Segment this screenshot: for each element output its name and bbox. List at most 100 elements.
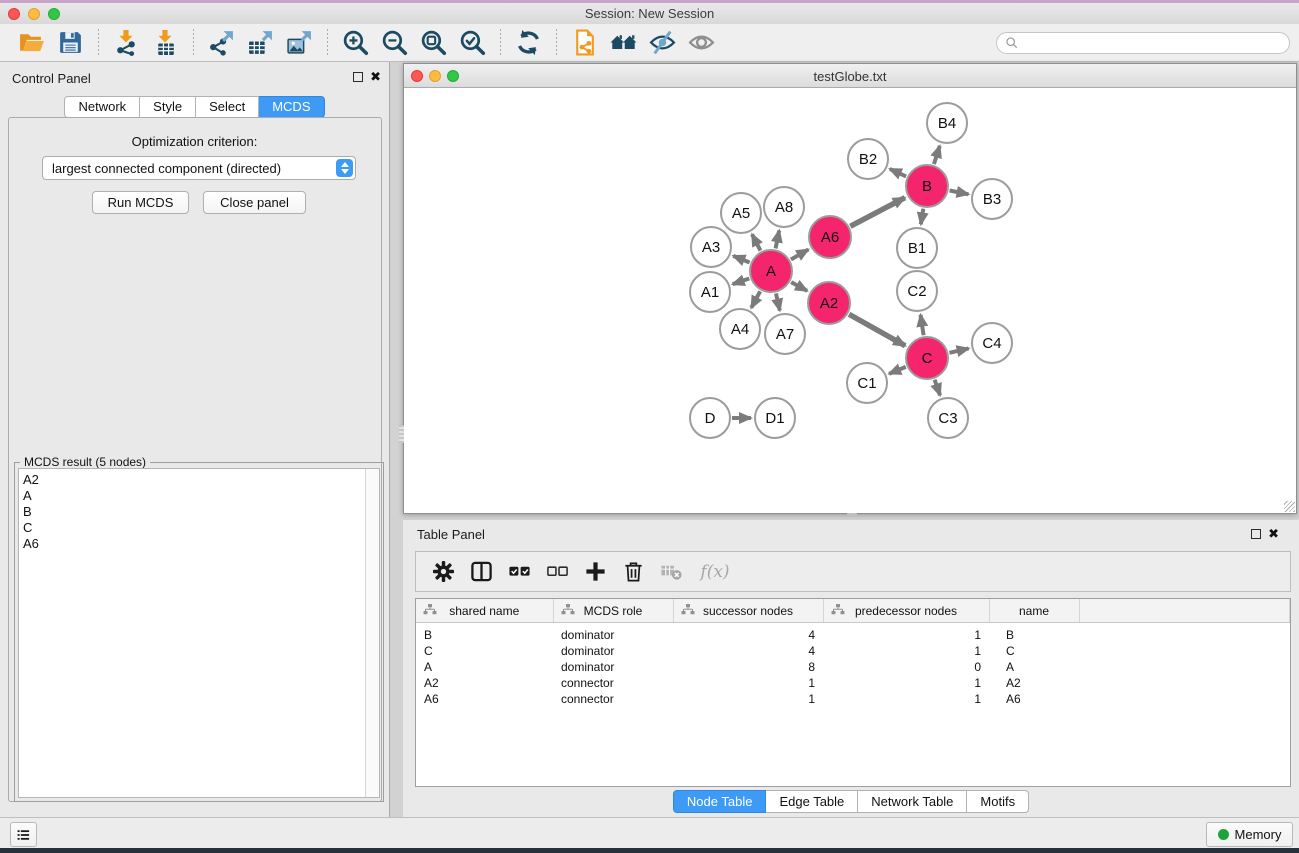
result-node-item[interactable]: A: [23, 488, 363, 504]
criterion-dropdown[interactable]: largest connected component (directed): [42, 156, 356, 180]
tab-select[interactable]: Select: [196, 96, 259, 118]
add-column-button[interactable]: [580, 557, 610, 587]
cell-MCDS-role[interactable]: connector: [553, 675, 673, 691]
node-table[interactable]: shared nameMCDS rolesuccessor nodesprede…: [415, 598, 1291, 787]
network-node-A3[interactable]: A3: [690, 226, 732, 268]
column-header-successor-nodes[interactable]: successor nodes: [673, 599, 823, 623]
cell-predecessor-nodes[interactable]: 1: [823, 675, 989, 691]
deselect-all-button[interactable]: [542, 557, 572, 587]
network-node-D1[interactable]: D1: [754, 397, 796, 439]
close-panel-button[interactable]: Close panel: [203, 191, 306, 214]
cell-MCDS-role[interactable]: dominator: [553, 623, 673, 644]
network-node-A4[interactable]: A4: [719, 308, 761, 350]
run-mcds-button[interactable]: Run MCDS: [92, 191, 189, 214]
task-history-button[interactable]: [10, 822, 37, 847]
zoom-fit-button[interactable]: [417, 26, 450, 59]
cell-MCDS-role[interactable]: connector: [553, 691, 673, 707]
export-network-button[interactable]: [205, 26, 238, 59]
network-node-A2[interactable]: A2: [807, 281, 851, 325]
network-node-A[interactable]: A: [749, 249, 793, 293]
column-header-shared-name[interactable]: shared name: [416, 599, 553, 623]
search-input[interactable]: [1023, 35, 1281, 51]
first-neighbors-button[interactable]: [607, 26, 640, 59]
cell-shared-name[interactable]: A6: [416, 691, 553, 707]
edge-A-A3[interactable]: [733, 256, 749, 263]
tab-style[interactable]: Style: [140, 96, 196, 118]
column-header-MCDS-role[interactable]: MCDS role: [553, 599, 673, 623]
select-all-button[interactable]: [504, 557, 534, 587]
import-table-button[interactable]: [149, 26, 182, 59]
edge-A-A1[interactable]: [733, 278, 750, 284]
zoom-selected-button[interactable]: [456, 26, 489, 59]
edge-B-B4[interactable]: [934, 146, 940, 164]
export-image-button[interactable]: [283, 26, 316, 59]
network-node-B3[interactable]: B3: [971, 178, 1013, 220]
hide-selected-button[interactable]: [646, 26, 679, 59]
resize-grip-icon[interactable]: [1284, 501, 1295, 512]
cell-shared-name[interactable]: B: [416, 623, 553, 644]
network-node-A7[interactable]: A7: [764, 313, 806, 355]
edge-B-B2[interactable]: [890, 169, 906, 176]
cell-MCDS-role[interactable]: dominator: [553, 659, 673, 675]
tab-node-table[interactable]: Node Table: [673, 790, 767, 813]
cell-name[interactable]: A2: [989, 675, 1079, 691]
table-row[interactable]: Cdominator41C: [416, 643, 1290, 659]
split-panel-button[interactable]: [466, 557, 496, 587]
network-node-C1[interactable]: C1: [846, 362, 888, 404]
cell-successor-nodes[interactable]: 1: [673, 691, 823, 707]
cell-predecessor-nodes[interactable]: 1: [823, 623, 989, 644]
cell-shared-name[interactable]: C: [416, 643, 553, 659]
network-node-A6[interactable]: A6: [808, 215, 852, 259]
edge-A-A7[interactable]: [776, 293, 780, 310]
edge-A-A2[interactable]: [791, 282, 807, 291]
result-node-item[interactable]: B: [23, 504, 363, 520]
new-network-from-selection-button[interactable]: [568, 26, 601, 59]
edge-B-B3[interactable]: [950, 191, 969, 195]
settings-gear-button[interactable]: [428, 557, 458, 587]
save-session-button[interactable]: [54, 26, 87, 59]
cell-name[interactable]: C: [989, 643, 1079, 659]
edge-A2-C[interactable]: [849, 314, 905, 346]
cell-name[interactable]: A6: [989, 691, 1079, 707]
close-panel-icon[interactable]: ✖: [370, 68, 381, 85]
tab-network[interactable]: Network: [64, 96, 140, 118]
edge-C-C2[interactable]: [921, 315, 924, 336]
result-node-item[interactable]: A6: [23, 536, 363, 552]
import-network-button[interactable]: [110, 26, 143, 59]
edge-C-C3[interactable]: [935, 380, 940, 396]
cell-successor-nodes[interactable]: 4: [673, 643, 823, 659]
network-node-D[interactable]: D: [689, 397, 731, 439]
network-node-A1[interactable]: A1: [689, 271, 731, 313]
delete-column-button[interactable]: [618, 557, 648, 587]
network-node-B1[interactable]: B1: [896, 227, 938, 269]
network-node-A5[interactable]: A5: [720, 192, 762, 234]
edge-A6-B[interactable]: [850, 198, 905, 227]
network-node-A8[interactable]: A8: [763, 186, 805, 228]
horizontal-splitter-handle[interactable]: [847, 513, 857, 517]
network-node-C2[interactable]: C2: [896, 270, 938, 312]
network-node-C4[interactable]: C4: [971, 322, 1013, 364]
cell-successor-nodes[interactable]: 8: [673, 659, 823, 675]
edge-A-A5[interactable]: [752, 234, 760, 250]
network-node-C3[interactable]: C3: [927, 397, 969, 439]
cell-predecessor-nodes[interactable]: 1: [823, 691, 989, 707]
float-table-panel-icon[interactable]: [1251, 529, 1261, 539]
network-node-C[interactable]: C: [905, 336, 949, 380]
column-header-name[interactable]: name: [989, 599, 1079, 623]
edge-A-A4[interactable]: [751, 291, 760, 308]
close-table-panel-icon[interactable]: ✖: [1268, 525, 1279, 542]
cell-MCDS-role[interactable]: dominator: [553, 643, 673, 659]
show-all-button[interactable]: [685, 26, 718, 59]
zoom-in-button[interactable]: [339, 26, 372, 59]
cell-shared-name[interactable]: A: [416, 659, 553, 675]
cell-successor-nodes[interactable]: 4: [673, 623, 823, 644]
edge-A-A8[interactable]: [776, 231, 780, 249]
tab-network-table[interactable]: Network Table: [858, 790, 967, 813]
edge-C-C1[interactable]: [889, 367, 906, 374]
search-field[interactable]: [996, 32, 1290, 54]
table-row[interactable]: Adominator80A: [416, 659, 1290, 675]
cell-predecessor-nodes[interactable]: 0: [823, 659, 989, 675]
tab-mcds[interactable]: MCDS: [259, 96, 324, 118]
tab-edge-table[interactable]: Edge Table: [766, 790, 858, 813]
network-node-B2[interactable]: B2: [847, 138, 889, 180]
